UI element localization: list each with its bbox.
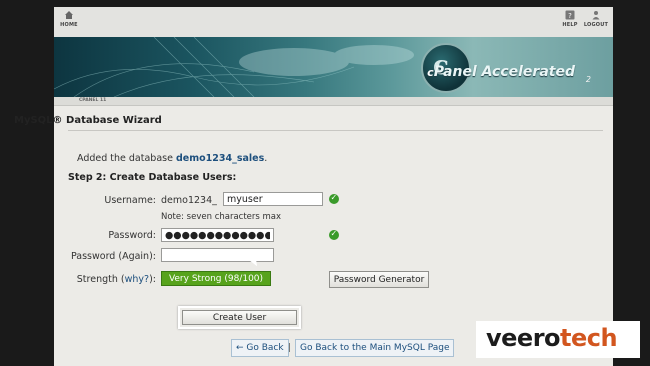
strength-meter: Very Strong (98/100) [161, 271, 271, 286]
password-generator-button[interactable]: Password Generator [329, 271, 429, 288]
veerotech-watermark: veerotech [476, 321, 640, 358]
brand-panel: Panel [433, 64, 477, 80]
username-prefix: demo1234_ [161, 195, 217, 206]
cpanel-brand-text: cPanel Accelerated [427, 64, 575, 80]
username-input[interactable] [223, 192, 323, 206]
username-note: Note: seven characters max [161, 212, 282, 222]
version-bar: CPANEL 11 [54, 97, 613, 106]
added-db-name: demo1234_sales [175, 153, 265, 164]
cpanel-banner: c cPanel Accelerated 2 [54, 37, 613, 97]
strength-label-text: Strength ( [76, 274, 125, 285]
brand-accelerated: Accelerated [481, 64, 575, 80]
strength-label: Strength (why?): [61, 274, 156, 285]
help-icon: ? [565, 10, 575, 20]
help-label: HELP [562, 22, 578, 28]
veero-part: veero [486, 324, 561, 352]
added-database-message: Added the database demo1234_sales. [77, 153, 267, 164]
password-again-label: Password (Again): [70, 251, 156, 262]
cpanel-page: HOME ? HELP LOGOUT c cPanel Accelerated … [54, 7, 613, 366]
svg-text:?: ? [568, 12, 572, 20]
page-title: MySQL® Database Wizard [14, 115, 162, 126]
go-back-link[interactable]: ← Go Back [231, 339, 289, 357]
strength-label-end: ): [149, 274, 156, 285]
password-input[interactable] [161, 228, 274, 242]
logout-label: LOGOUT [583, 22, 609, 28]
username-valid-icon [329, 193, 339, 204]
strength-why-link[interactable]: why? [125, 274, 149, 285]
home-icon [65, 11, 73, 19]
help-button[interactable]: ? HELP [557, 10, 583, 28]
brand-subscript: 2 [585, 75, 591, 84]
title-divider [68, 130, 603, 131]
logout-button[interactable]: LOGOUT [583, 10, 609, 28]
password-valid-icon [329, 229, 339, 240]
home-button[interactable]: HOME [56, 10, 82, 28]
create-user-highlight: Create User [178, 306, 301, 329]
nav-separator: | [288, 343, 292, 353]
veerotech-logo-text: veerotech [486, 324, 618, 352]
logout-icon [592, 11, 600, 20]
added-prefix: Added the database [77, 153, 176, 164]
tech-part: tech [560, 324, 618, 352]
create-user-button[interactable]: Create User [182, 310, 297, 325]
main-mysql-link[interactable]: Go Back to the Main MySQL Page [295, 339, 455, 357]
added-suffix: . [264, 153, 268, 164]
top-toolbar: HOME ? HELP LOGOUT [54, 7, 613, 38]
version-label: CPANEL 11 [79, 98, 107, 103]
password-label: Password: [108, 230, 156, 241]
username-label: Username: [104, 195, 156, 206]
step-title: Step 2: Create Database Users: [68, 172, 237, 183]
home-label: HOME [60, 22, 78, 28]
